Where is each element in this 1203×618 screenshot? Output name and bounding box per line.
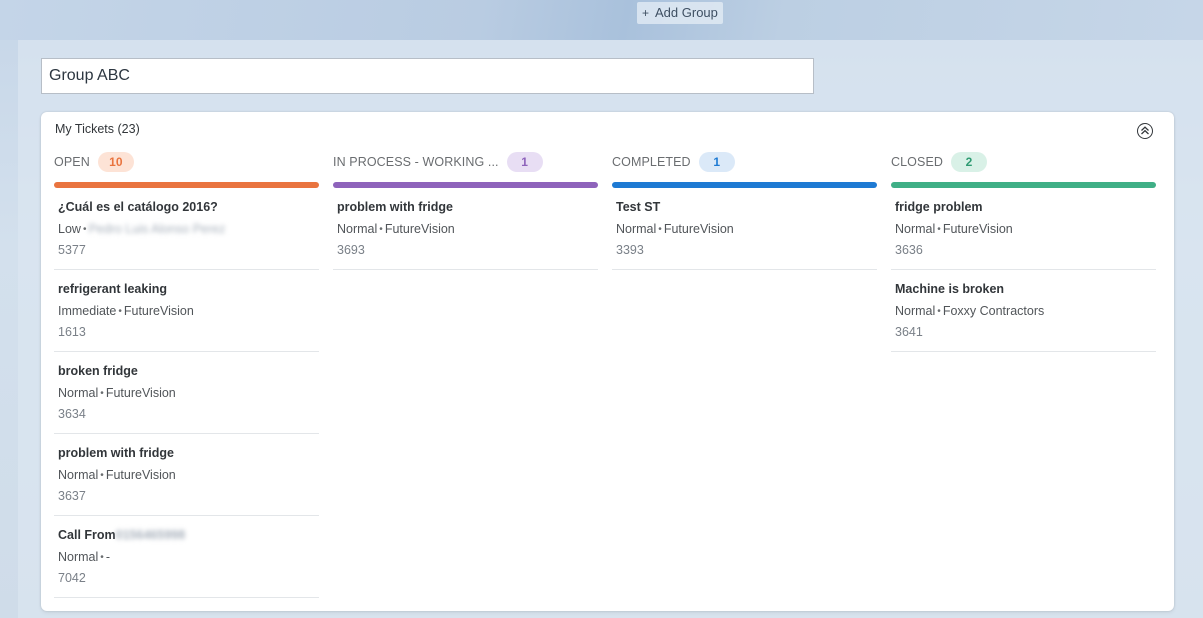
chevron-up-circle-icon xyxy=(1141,126,1149,135)
ticket-title-text: refrigerant leaking xyxy=(58,282,168,296)
ticket-title-text: Call From xyxy=(58,528,116,542)
ticket-title: ¿Cuál es el catálogo 2016? xyxy=(58,200,218,214)
ticket-meta: Normal • FutureVision xyxy=(337,222,455,236)
plus-icon: + xyxy=(642,6,650,20)
separator-dot: • xyxy=(658,224,662,235)
ticket-title: Call From0156465998 xyxy=(58,528,185,542)
ticket-priority: Normal xyxy=(58,468,99,482)
ticket-company: FutureVision xyxy=(123,304,194,318)
separator-dot: • xyxy=(937,224,941,235)
my-tickets-card: My Tickets (23) OPEN 10 ¿Cuál es el catálo… xyxy=(41,112,1174,611)
ticket-card[interactable]: Machine is broken Normal • Foxxy Contractor… xyxy=(891,270,1156,352)
ticket-meta: Normal • FutureVision xyxy=(895,222,1013,236)
ticket-card[interactable]: problem with fridge Normal • FutureVision 36… xyxy=(333,188,598,270)
ticket-title-text: ¿Cuál es el catálogo 2016? xyxy=(58,200,218,214)
column-header[interactable]: OPEN 10 xyxy=(54,150,319,174)
ticket-meta: Normal • FutureVision xyxy=(616,222,734,236)
ticket-company: Pedro Luis Alonso Perez xyxy=(88,222,226,236)
ticket-id: 7042 xyxy=(58,571,86,585)
column-open: OPEN 10 ¿Cuál es el catálogo 2016? Low • Pedr… xyxy=(54,150,319,598)
column-header[interactable]: IN PROCESS - WORKING ... 1 xyxy=(333,150,598,174)
ticket-card[interactable]: broken fridge Normal • FutureVision 3634 xyxy=(54,352,319,434)
column-in: IN PROCESS - WORKING ... 1 problem with fr… xyxy=(333,150,598,270)
column-count-badge: 10 xyxy=(97,152,134,172)
ticket-title: Test ST xyxy=(616,200,660,214)
ticket-card[interactable]: Test ST Normal • FutureVision 3393 xyxy=(612,188,877,270)
ticket-meta: Low • Pedro Luis Alonso Perez xyxy=(58,222,225,236)
ticket-company: Foxxy Contractors xyxy=(942,304,1045,318)
ticket-priority: Low xyxy=(58,222,81,236)
ticket-title: problem with fridge xyxy=(58,446,174,460)
column-count-badge: 2 xyxy=(951,152,988,172)
column-header[interactable]: COMPLETED 1 xyxy=(612,150,877,174)
separator-dot: • xyxy=(379,224,383,235)
column-name: IN PROCESS - WORKING ... xyxy=(333,155,499,169)
ticket-priority: Normal xyxy=(337,222,378,236)
ticket-id: 3693 xyxy=(337,243,365,257)
ticket-card[interactable]: fridge problem Normal • FutureVision 3636 xyxy=(891,188,1156,270)
separator-dot: • xyxy=(118,306,122,317)
header-background xyxy=(0,0,1203,40)
ticket-title: broken fridge xyxy=(58,364,138,378)
ticket-id: 3634 xyxy=(58,407,86,421)
add-group-label: Add Group xyxy=(655,5,718,20)
ticket-title-text: Machine is broken xyxy=(895,282,1005,296)
group-title-input[interactable] xyxy=(41,58,814,94)
column-count-badge: 1 xyxy=(506,152,543,172)
ticket-priority: Normal xyxy=(616,222,657,236)
column-name: CLOSED xyxy=(891,155,944,169)
ticket-id: 5377 xyxy=(58,243,86,257)
ticket-meta: Normal • Foxxy Contractors xyxy=(895,304,1044,318)
separator-dot: • xyxy=(100,388,104,399)
ticket-title-text: problem with fridge xyxy=(337,200,453,214)
ticket-meta: Normal • FutureVision xyxy=(58,468,176,482)
column-name: COMPLETED xyxy=(612,155,691,169)
ticket-company: - xyxy=(105,550,110,564)
column-count-badge: 1 xyxy=(698,152,735,172)
ticket-meta: Normal • - xyxy=(58,550,110,564)
ticket-title-text: broken fridge xyxy=(58,364,138,378)
ticket-id: 3637 xyxy=(58,489,86,503)
ticket-title-text: problem with fridge xyxy=(58,446,174,460)
ticket-title: refrigerant leaking xyxy=(58,282,167,296)
add-group-button[interactable]: + Add Group xyxy=(637,2,723,24)
ticket-meta: Normal • FutureVision xyxy=(58,386,176,400)
column-closed: CLOSED 2 fridge problem Normal • FutureVision… xyxy=(891,150,1156,352)
redacted-phone-number: 0156465998 xyxy=(115,528,186,542)
separator-dot: • xyxy=(82,224,87,235)
ticket-card[interactable]: ¿Cuál es el catálogo 2016? Low • Pedro Luis… xyxy=(54,188,319,270)
ticket-company: FutureVision xyxy=(663,222,734,236)
ticket-card[interactable]: problem with fridge Normal • FutureVision 36… xyxy=(54,434,319,516)
card-title: My Tickets (23) xyxy=(55,122,140,136)
ticket-company: FutureVision xyxy=(105,386,176,400)
ticket-company: FutureVision xyxy=(105,468,176,482)
ticket-title: Machine is broken xyxy=(895,282,1004,296)
ticket-card[interactable]: Call From0156465998 Normal • - 7042 xyxy=(54,516,319,598)
ticket-title: fridge problem xyxy=(895,200,983,214)
ticket-title-text: Test ST xyxy=(616,200,661,214)
ticket-priority: Normal xyxy=(58,550,99,564)
ticket-title-text: fridge problem xyxy=(895,200,983,214)
ticket-id: 3636 xyxy=(895,243,923,257)
ticket-title: problem with fridge xyxy=(337,200,453,214)
separator-dot: • xyxy=(100,470,104,481)
separator-dot: • xyxy=(937,306,941,317)
separator-dot: • xyxy=(100,552,104,563)
ticket-priority: Immediate xyxy=(58,304,117,318)
column-header[interactable]: CLOSED 2 xyxy=(891,150,1156,174)
column-name: OPEN xyxy=(54,155,90,169)
ticket-card[interactable]: refrigerant leaking Immediate • FutureVisio… xyxy=(54,270,319,352)
collapse-button[interactable] xyxy=(1137,123,1153,139)
ticket-id: 3393 xyxy=(616,243,644,257)
ticket-id: 3641 xyxy=(895,325,923,339)
ticket-company: FutureVision xyxy=(942,222,1013,236)
ticket-priority: Normal xyxy=(58,386,99,400)
column-completed: COMPLETED 1 Test ST Normal • FutureVision 3393 xyxy=(612,150,877,270)
ticket-id: 1613 xyxy=(58,325,86,339)
ticket-meta: Immediate • FutureVision xyxy=(58,304,194,318)
ticket-company: FutureVision xyxy=(384,222,455,236)
ticket-priority: Normal xyxy=(895,222,936,236)
ticket-priority: Normal xyxy=(895,304,936,318)
